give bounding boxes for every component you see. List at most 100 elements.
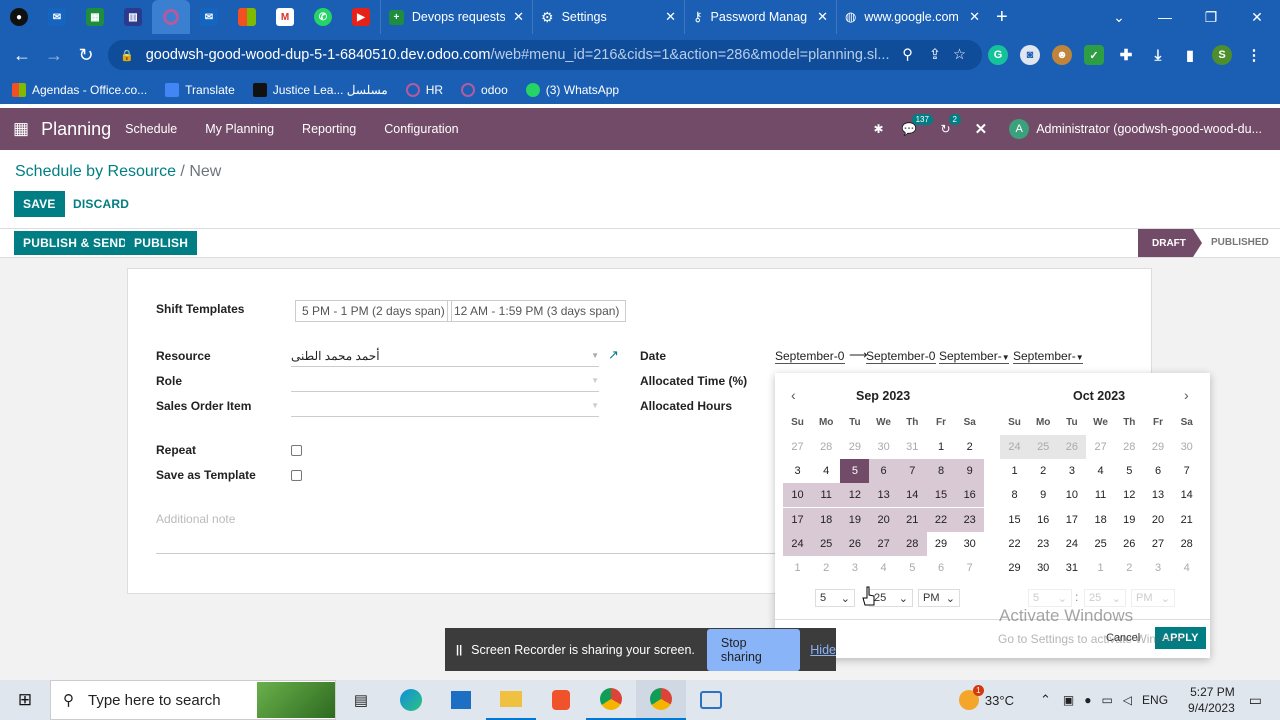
bookmark-hr[interactable]: HR: [405, 83, 443, 97]
back-icon[interactable]: ←: [6, 45, 38, 66]
right-day-cell[interactable]: 25: [1028, 435, 1058, 459]
language-indicator[interactable]: ENG: [1142, 693, 1168, 707]
date-end-field[interactable]: September-0: [866, 349, 936, 364]
left-day-cell[interactable]: 25: [811, 531, 841, 556]
right-day-cell[interactable]: 31: [1057, 556, 1086, 580]
right-day-cell[interactable]: 1: [1086, 556, 1115, 580]
left-day-cell[interactable]: 20: [869, 507, 899, 532]
side-panel-icon[interactable]: ▮: [1180, 45, 1200, 65]
volume-icon[interactable]: ◁: [1123, 693, 1132, 707]
temperature[interactable]: 33°C: [985, 693, 1014, 708]
left-day-cell[interactable]: 30: [955, 532, 984, 556]
right-day-cell[interactable]: 2: [1115, 556, 1144, 580]
ampm-select-end[interactable]: PM ⌄: [1131, 589, 1175, 607]
address-bar[interactable]: 🔒 goodwsh-good-wood-dup-5-1-6840510.dev.…: [108, 40, 982, 70]
bookmark-translate[interactable]: Translate: [165, 83, 235, 97]
save-template-checkbox[interactable]: [291, 470, 302, 481]
close-icon[interactable]: ✕: [975, 120, 988, 138]
right-day-cell[interactable]: 8: [1000, 483, 1029, 507]
new-tab-button[interactable]: +: [988, 0, 1028, 34]
left-day-cell[interactable]: 4: [869, 556, 898, 580]
left-day-cell[interactable]: 10: [783, 483, 812, 508]
left-day-cell[interactable]: 3: [840, 556, 869, 580]
left-day-cell[interactable]: 1: [927, 435, 956, 459]
right-day-cell[interactable]: 23: [1029, 532, 1058, 556]
menu-schedule[interactable]: Schedule: [125, 122, 177, 136]
right-day-cell[interactable]: 25: [1086, 532, 1115, 556]
task-view-button[interactable]: ▤: [336, 680, 386, 720]
next-month-icon[interactable]: ›: [1184, 387, 1189, 403]
pinned-tab-gmail[interactable]: M: [266, 0, 304, 34]
left-day-cell[interactable]: 16: [955, 483, 985, 508]
status-published[interactable]: PUBLISHED: [1211, 237, 1269, 248]
left-day-cell[interactable]: 29: [840, 435, 869, 459]
notification-icon[interactable]: ▭: [1249, 692, 1262, 709]
extension-shield-icon[interactable]: ✓: [1084, 45, 1104, 65]
right-day-cell[interactable]: 29: [1000, 556, 1029, 580]
right-day-cell[interactable]: 12: [1115, 483, 1144, 507]
right-day-cell[interactable]: 11: [1086, 483, 1115, 507]
left-day-cell[interactable]: 17: [783, 507, 812, 532]
right-day-cell[interactable]: 4: [1086, 459, 1115, 483]
right-day-cell[interactable]: 27: [1144, 532, 1173, 556]
tab-search-chevron-icon[interactable]: ⌄: [1096, 9, 1142, 26]
left-day-cell[interactable]: 30: [869, 435, 898, 459]
external-link-icon[interactable]: ↗: [608, 347, 619, 363]
save-button[interactable]: SAVE: [14, 191, 65, 217]
left-day-cell[interactable]: 2: [955, 435, 984, 459]
template-button[interactable]: 5 PM - 1 PM (2 days span): [295, 300, 452, 322]
recorder-button[interactable]: [686, 680, 736, 720]
tab-settings[interactable]: ⚙ Settings ✕: [532, 0, 684, 34]
resource-field[interactable]: أحمد محمد الطنى ▼: [291, 349, 599, 367]
right-day-cell[interactable]: 3: [1057, 459, 1086, 483]
left-day-cell[interactable]: 21: [897, 507, 927, 532]
bookmark-whatsapp[interactable]: (3) WhatsApp: [525, 83, 619, 97]
left-day-cell[interactable]: 8: [926, 459, 956, 484]
left-day-cell[interactable]: 13: [869, 483, 899, 508]
pinned-tab-youtube[interactable]: ▶: [342, 0, 380, 34]
repeat-checkbox[interactable]: [291, 445, 302, 456]
restore-button[interactable]: ❐: [1188, 9, 1234, 26]
discard-button[interactable]: DISCARD: [64, 191, 138, 217]
left-day-cell[interactable]: 2: [812, 556, 841, 580]
weather-icon[interactable]: 1: [958, 685, 984, 710]
apps-grid-icon[interactable]: ▦: [13, 119, 29, 139]
activities-icon[interactable]: ↻ 2: [941, 114, 961, 136]
left-day-cell[interactable]: 31: [898, 435, 927, 459]
menu-configuration[interactable]: Configuration: [384, 122, 458, 136]
pinned-tab-microsoft[interactable]: [228, 0, 266, 34]
date-start-select[interactable]: September-▼: [939, 349, 1009, 364]
share-icon[interactable]: ⇪: [929, 47, 941, 63]
role-field[interactable]: ▼: [291, 374, 599, 392]
right-day-cell[interactable]: 20: [1144, 508, 1173, 532]
minimize-button[interactable]: —: [1142, 9, 1188, 25]
left-day-cell[interactable]: 12: [840, 483, 870, 508]
download-icon[interactable]: ⤓: [1148, 45, 1168, 65]
left-day-cell[interactable]: 3: [783, 459, 812, 483]
pinned-tab-whatsapp[interactable]: ✆: [304, 0, 342, 34]
star-icon[interactable]: ☆: [953, 47, 966, 63]
right-day-cell[interactable]: 30: [1172, 435, 1201, 459]
left-day-cell[interactable]: 28: [897, 531, 927, 556]
minute-select-end[interactable]: 25 ⌄: [1084, 589, 1126, 607]
grammarly-icon[interactable]: G: [988, 45, 1008, 65]
right-day-cell[interactable]: 13: [1144, 483, 1173, 507]
more-menu-icon[interactable]: ⋮: [1244, 45, 1264, 65]
start-button[interactable]: ⊞: [0, 680, 50, 720]
microphone-icon[interactable]: ●: [1084, 693, 1091, 707]
menu-my-planning[interactable]: My Planning: [205, 122, 274, 136]
left-day-cell[interactable]: 9: [955, 459, 985, 484]
hour-select[interactable]: 5 ⌄: [815, 589, 855, 607]
right-day-cell[interactable]: 19: [1115, 508, 1144, 532]
explorer-button[interactable]: [486, 680, 536, 720]
left-day-cell[interactable]: 1: [783, 556, 812, 580]
right-day-cell[interactable]: 2: [1029, 459, 1058, 483]
bookmark-justice[interactable]: Justice Lea... مسلسل: [252, 83, 388, 97]
clock[interactable]: 5:27 PM 9/4/2023: [1188, 684, 1235, 716]
user-avatar[interactable]: A: [1009, 119, 1030, 139]
forward-icon[interactable]: →: [38, 45, 70, 66]
status-draft[interactable]: DRAFT: [1138, 229, 1202, 257]
prev-month-icon[interactable]: ‹: [791, 387, 796, 403]
chrome-button[interactable]: [586, 680, 636, 720]
profile-avatar[interactable]: S: [1212, 45, 1232, 65]
